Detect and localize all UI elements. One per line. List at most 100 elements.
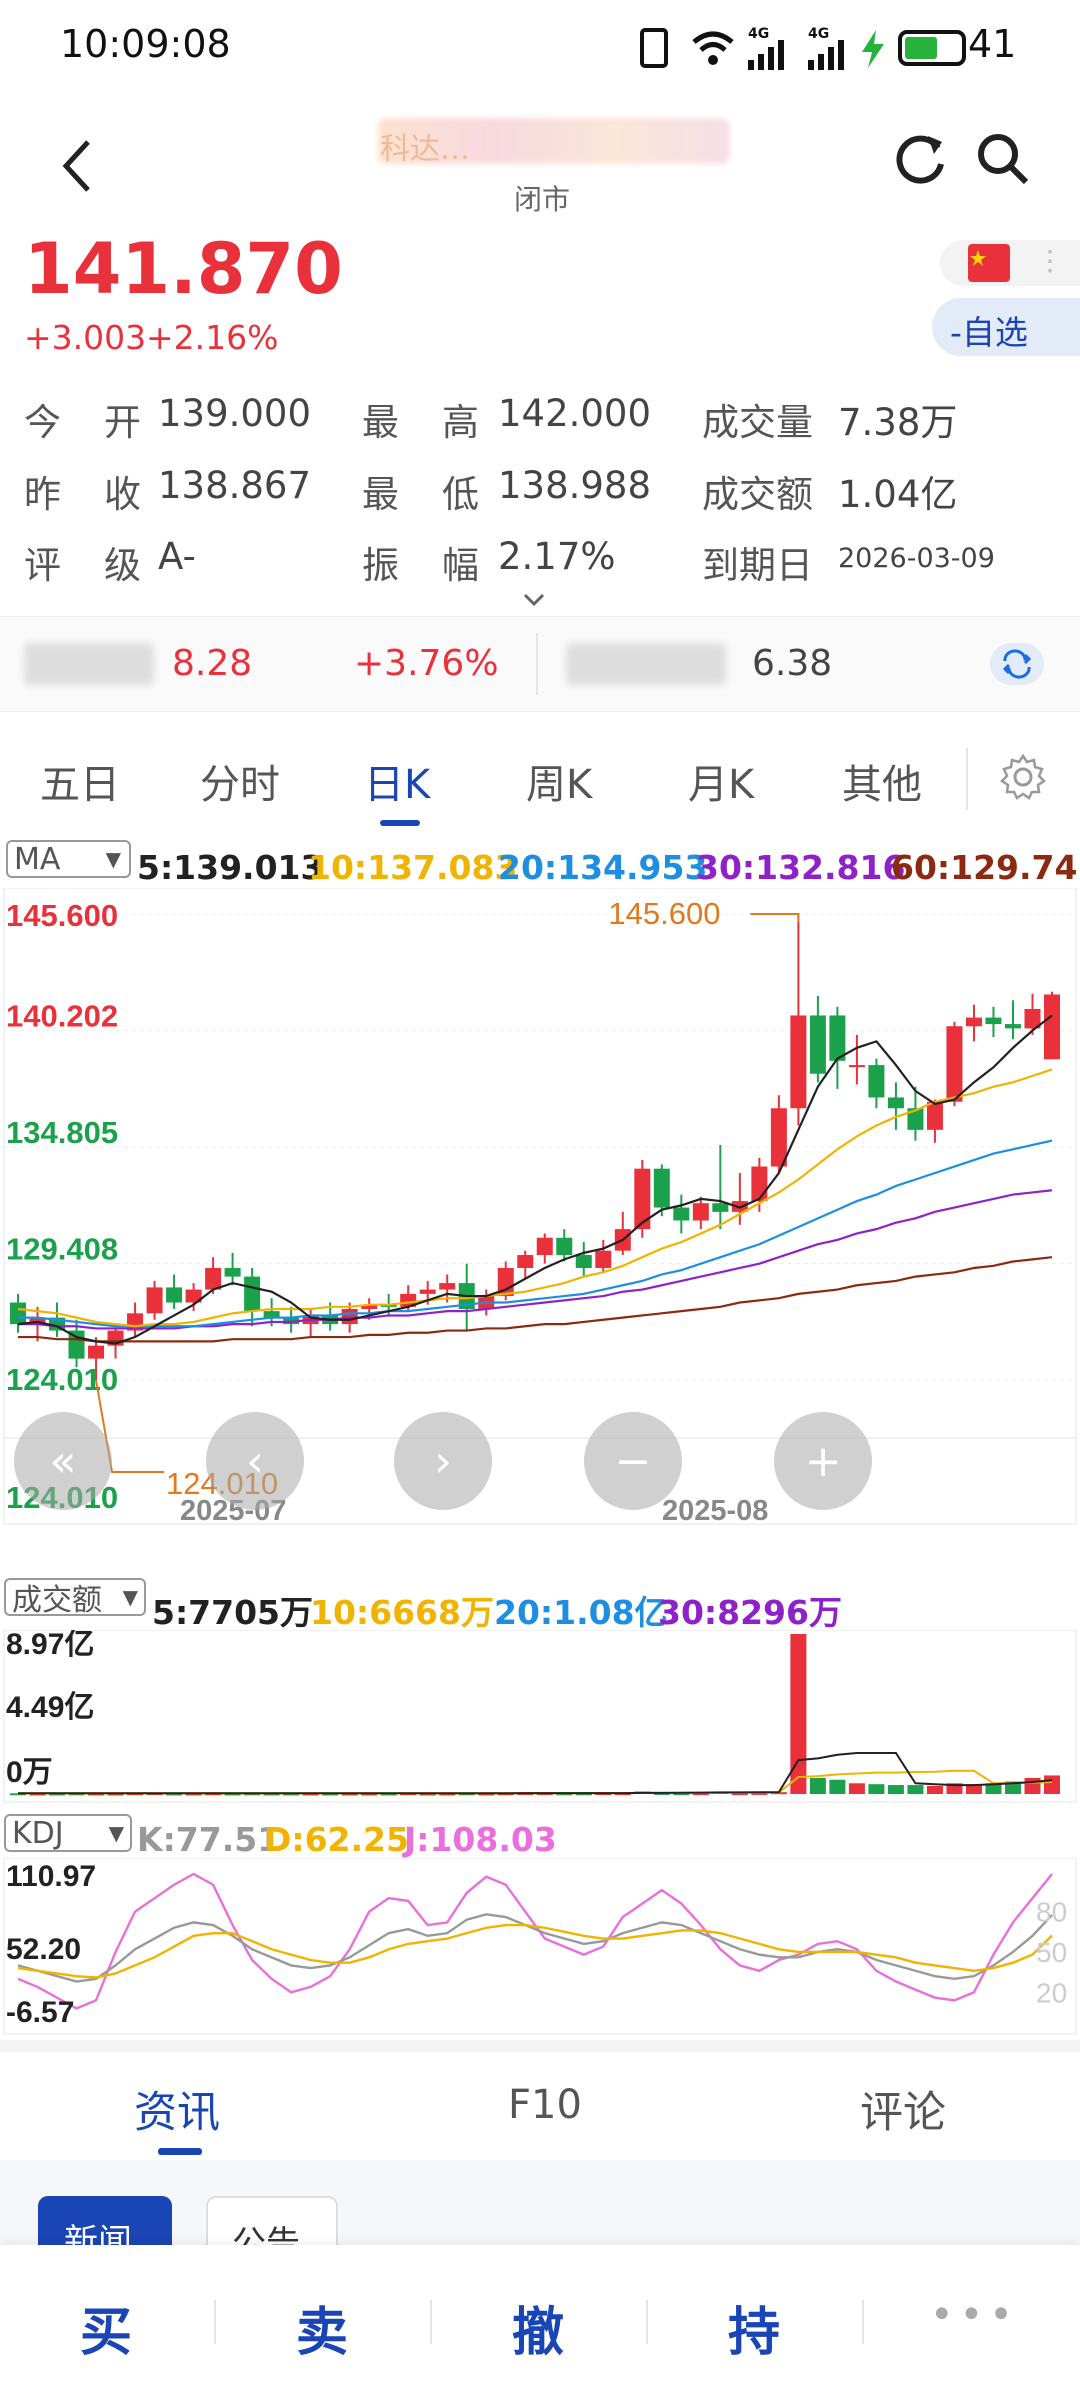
volume-selector[interactable]: 成交额 ▼	[4, 1578, 146, 1618]
stat-value: 138.867	[158, 464, 312, 507]
candle-body	[926, 1101, 943, 1130]
ma10-value: 10:137.083	[308, 848, 518, 887]
candle-body	[946, 1026, 963, 1102]
candle-body	[224, 1267, 241, 1277]
stat-value: 1.04亿	[838, 473, 958, 516]
vol-ma20: 20:1.08亿	[494, 1593, 668, 1632]
candle-body	[809, 1015, 826, 1074]
volume-chart[interactable]: 8.97亿 4.49亿 0万	[0, 1630, 1080, 1804]
tab-comments[interactable]: 评论	[860, 2078, 946, 2140]
candlestick-chart[interactable]: 145.600 140.202 134.805 129.408 124.010 145.6…	[0, 888, 1080, 1528]
expand-chevron-icon[interactable]	[522, 592, 546, 608]
refresh-icon[interactable]	[894, 130, 948, 186]
tab-intraday[interactable]: 分时	[200, 752, 280, 810]
stat-value: 7.38万	[838, 401, 958, 444]
volume-bar	[868, 1784, 885, 1794]
kdj-j: J:108.03	[404, 1820, 557, 1859]
stat-label: 振 幅	[362, 544, 482, 587]
buy-button[interactable]: 买	[80, 2290, 132, 2365]
ma-selector[interactable]: MA ▼	[6, 840, 131, 878]
candle-body	[848, 1065, 865, 1068]
stat-value: 2026-03-09	[838, 543, 995, 574]
volume-axis-label: 8.97亿	[6, 1630, 94, 1661]
candle-body	[88, 1345, 105, 1359]
cancel-order-button[interactable]: 撤	[512, 2290, 564, 2365]
stat-label: 评 级	[24, 544, 144, 587]
candle-body	[653, 1168, 670, 1208]
separator	[0, 2040, 1080, 2052]
zoom-out-icon[interactable]: −	[584, 1412, 682, 1510]
related-row[interactable]: 8.28 +3.76% 6.38	[0, 616, 1080, 712]
tab-news-info[interactable]: 资讯	[134, 2078, 220, 2140]
candle-body	[790, 1015, 807, 1109]
price-axis-label: 124.010	[6, 1362, 118, 1397]
candle-body	[419, 1289, 436, 1294]
scroll-left-fast-icon[interactable]: «	[14, 1412, 112, 1510]
more-dots-icon[interactable]: •••	[930, 2292, 1019, 2338]
candle-body	[1044, 994, 1060, 1060]
battery-icon	[898, 30, 966, 66]
stat-label: 最 高	[362, 401, 482, 444]
candle-body	[692, 1203, 709, 1221]
stat-value: 142.000	[498, 392, 652, 435]
scroll-right-icon[interactable]: ›	[394, 1412, 492, 1510]
candle-body	[439, 1283, 456, 1290]
kdj-chart[interactable]: 110.97 52.20 -6.57 80 50 20	[0, 1858, 1080, 2036]
vol-ma30: 30:8296万	[658, 1593, 842, 1632]
settings-gear-icon[interactable]	[998, 752, 1048, 802]
ma5-value: 5:139.013	[137, 848, 324, 887]
volume-bar	[829, 1779, 846, 1794]
price-axis-label: 140.202	[6, 999, 118, 1034]
search-icon[interactable]	[976, 132, 1032, 188]
tab-f10[interactable]: F10	[508, 2082, 582, 2128]
tab-weekly-k[interactable]: 周K	[526, 752, 592, 810]
dropdown-caret-icon: ▼	[105, 847, 121, 871]
holdings-button[interactable]: 持	[728, 2290, 780, 2365]
signal-icon-1	[748, 40, 784, 70]
divider	[214, 2300, 216, 2344]
candle-body	[146, 1287, 163, 1314]
dropdown-caret-icon: ▼	[108, 1821, 124, 1845]
related-value-2: 6.38	[752, 643, 833, 684]
kdj-j-line	[17, 1872, 1053, 2010]
kdj-d: D:62.25	[264, 1820, 409, 1859]
kdj-k: K:77.51	[137, 1820, 281, 1859]
vol-ma5: 5:7705万	[152, 1593, 314, 1632]
back-arrow-icon[interactable]	[58, 138, 94, 194]
kdj-axis-label: -6.57	[6, 1996, 74, 2029]
tab-five-day[interactable]: 五日	[40, 752, 120, 810]
bottom-tab-indicator	[158, 2148, 202, 2155]
kdj-right-axis-label: 50	[1036, 1937, 1067, 1968]
ma60-value: 60:129.745	[891, 848, 1080, 887]
candle-body	[595, 1250, 612, 1268]
candle-body	[887, 1097, 904, 1109]
sell-button[interactable]: 卖	[296, 2290, 348, 2365]
kdj-selector[interactable]: KDJ ▼	[4, 1814, 132, 1852]
tab-daily-k[interactable]: 日K	[364, 752, 430, 810]
tab-other[interactable]: 其他	[842, 752, 922, 810]
divider	[646, 2300, 648, 2344]
candle-body	[517, 1255, 534, 1268]
candle-body	[1004, 1024, 1021, 1029]
volume-bar	[1024, 1777, 1041, 1794]
volume-bar	[887, 1785, 904, 1794]
stat-label: 成交额	[702, 473, 813, 516]
candle-body	[712, 1203, 729, 1212]
price-change-pct: +2.16%	[146, 318, 279, 357]
volume-bar	[848, 1783, 865, 1794]
kdj-axis-label: 110.97	[6, 1860, 96, 1893]
candle-body	[965, 1017, 982, 1027]
watchlist-button[interactable]: -自选	[932, 298, 1080, 356]
swap-icon[interactable]	[990, 643, 1044, 685]
volume-bar	[926, 1785, 943, 1794]
header: 科达… 闭市	[0, 100, 1080, 230]
zoom-in-icon[interactable]: +	[774, 1412, 872, 1510]
tab-monthly-k[interactable]: 月K	[688, 752, 754, 810]
high-annotation: 145.600	[608, 896, 720, 931]
scroll-left-icon[interactable]: ‹	[206, 1412, 304, 1510]
price-axis-label: 129.408	[6, 1231, 118, 1266]
battery-level: 41	[968, 22, 1017, 66]
flag-pill: ⋮	[940, 240, 1080, 286]
related-pct-1: +3.76%	[354, 643, 499, 684]
current-price: 141.870	[24, 228, 343, 310]
